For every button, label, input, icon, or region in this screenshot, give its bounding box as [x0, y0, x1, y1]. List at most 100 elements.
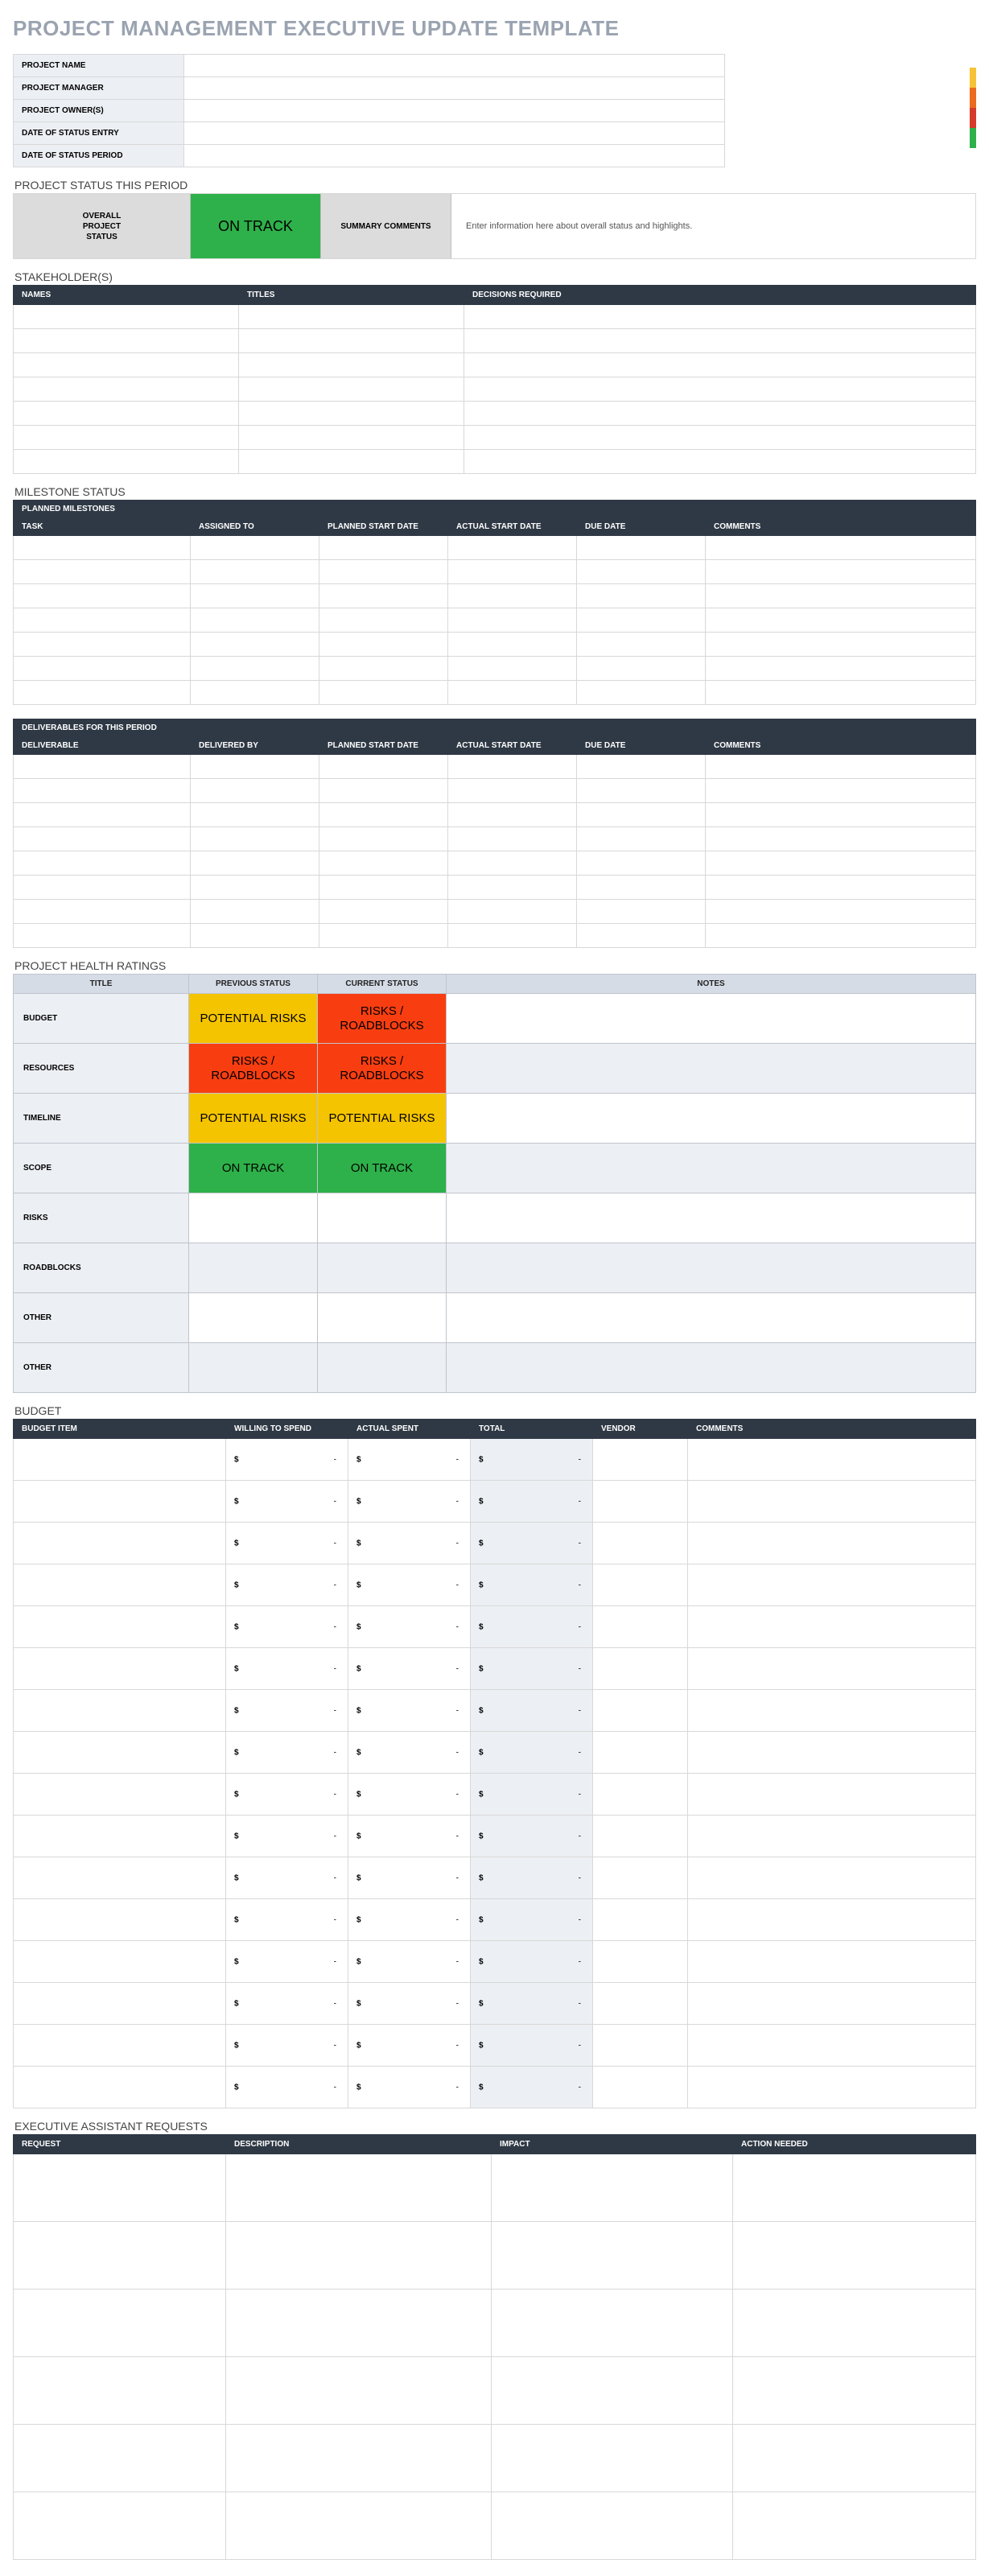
cell[interactable] [733, 2357, 976, 2425]
cell[interactable] [577, 779, 706, 803]
budget-cell[interactable]: $- [471, 1564, 593, 1606]
cell[interactable] [464, 402, 976, 426]
info-value[interactable] [184, 100, 725, 122]
cell[interactable] [319, 633, 448, 657]
cell[interactable] [14, 2425, 226, 2492]
cell[interactable] [577, 827, 706, 851]
cell[interactable] [191, 779, 319, 803]
budget-cell[interactable] [688, 1857, 976, 1899]
cell[interactable] [14, 681, 191, 705]
cell[interactable] [492, 2154, 733, 2222]
cell[interactable] [448, 900, 577, 924]
budget-cell[interactable]: $- [348, 1690, 471, 1732]
cell[interactable] [191, 536, 319, 560]
cell[interactable] [239, 305, 464, 329]
cell[interactable] [14, 657, 191, 681]
cell[interactable] [706, 584, 976, 608]
budget-cell[interactable] [688, 1523, 976, 1564]
cell[interactable] [464, 377, 976, 402]
budget-cell[interactable] [14, 1523, 226, 1564]
cell[interactable] [14, 584, 191, 608]
cell[interactable] [191, 900, 319, 924]
cell[interactable] [14, 755, 191, 779]
health-prev[interactable]: POTENTIAL RISKS [189, 994, 318, 1044]
budget-cell[interactable] [688, 1774, 976, 1816]
budget-cell[interactable] [688, 1439, 976, 1481]
cell[interactable] [733, 2425, 976, 2492]
cell[interactable] [319, 584, 448, 608]
health-notes[interactable] [447, 1293, 976, 1343]
budget-cell[interactable]: $- [226, 2067, 348, 2108]
cell[interactable] [239, 426, 464, 450]
cell[interactable] [14, 2290, 226, 2357]
cell[interactable] [191, 608, 319, 633]
budget-cell[interactable]: $- [348, 2067, 471, 2108]
budget-cell[interactable] [593, 1439, 688, 1481]
budget-cell[interactable]: $- [226, 1564, 348, 1606]
cell[interactable] [14, 450, 239, 474]
budget-cell[interactable] [14, 1857, 226, 1899]
health-prev[interactable]: POTENTIAL RISKS [189, 1094, 318, 1144]
cell[interactable] [14, 2357, 226, 2425]
health-notes[interactable] [447, 1343, 976, 1393]
health-prev[interactable] [189, 1243, 318, 1293]
cell[interactable] [14, 426, 239, 450]
cell[interactable] [191, 681, 319, 705]
cell[interactable] [577, 681, 706, 705]
cell[interactable] [239, 377, 464, 402]
cell[interactable] [319, 657, 448, 681]
budget-cell[interactable]: $- [226, 2025, 348, 2067]
cell[interactable] [14, 536, 191, 560]
budget-cell[interactable]: $- [348, 1648, 471, 1690]
health-curr[interactable]: POTENTIAL RISKS [318, 1094, 447, 1144]
cell[interactable] [577, 900, 706, 924]
health-notes[interactable] [447, 1144, 976, 1193]
cell[interactable] [492, 2357, 733, 2425]
health-curr[interactable]: RISKS / ROADBLOCKS [318, 994, 447, 1044]
budget-cell[interactable] [14, 1732, 226, 1774]
health-prev[interactable] [189, 1343, 318, 1393]
cell[interactable] [577, 803, 706, 827]
cell[interactable] [464, 353, 976, 377]
budget-cell[interactable]: $- [226, 1816, 348, 1857]
cell[interactable] [448, 876, 577, 900]
budget-cell[interactable] [14, 2025, 226, 2067]
budget-cell[interactable] [593, 1857, 688, 1899]
cell[interactable] [706, 851, 976, 876]
health-prev[interactable]: ON TRACK [189, 1144, 318, 1193]
cell[interactable] [706, 681, 976, 705]
budget-cell[interactable]: $- [226, 1941, 348, 1983]
cell[interactable] [226, 2425, 492, 2492]
budget-cell[interactable] [14, 2067, 226, 2108]
budget-cell[interactable] [688, 1941, 976, 1983]
budget-cell[interactable]: $- [471, 1481, 593, 1523]
budget-cell[interactable] [593, 1899, 688, 1941]
budget-cell[interactable]: $- [471, 1941, 593, 1983]
health-prev[interactable]: RISKS / ROADBLOCKS [189, 1044, 318, 1094]
budget-cell[interactable]: $- [226, 1523, 348, 1564]
budget-cell[interactable] [593, 1732, 688, 1774]
cell[interactable] [14, 402, 239, 426]
cell[interactable] [577, 876, 706, 900]
budget-cell[interactable] [688, 1899, 976, 1941]
cell[interactable] [448, 755, 577, 779]
budget-cell[interactable] [14, 1439, 226, 1481]
cell[interactable] [448, 560, 577, 584]
budget-cell[interactable]: $- [348, 1899, 471, 1941]
cell[interactable] [706, 536, 976, 560]
cell[interactable] [14, 608, 191, 633]
budget-cell[interactable]: $- [226, 1439, 348, 1481]
budget-cell[interactable] [593, 1816, 688, 1857]
budget-cell[interactable]: $- [226, 1690, 348, 1732]
cell[interactable] [319, 876, 448, 900]
cell[interactable] [14, 329, 239, 353]
budget-cell[interactable] [14, 1941, 226, 1983]
cell[interactable] [191, 633, 319, 657]
cell[interactable] [226, 2492, 492, 2560]
cell[interactable] [239, 450, 464, 474]
budget-cell[interactable] [593, 1690, 688, 1732]
cell[interactable] [191, 657, 319, 681]
cell[interactable] [319, 560, 448, 584]
cell[interactable] [226, 2290, 492, 2357]
budget-cell[interactable]: $- [348, 1481, 471, 1523]
